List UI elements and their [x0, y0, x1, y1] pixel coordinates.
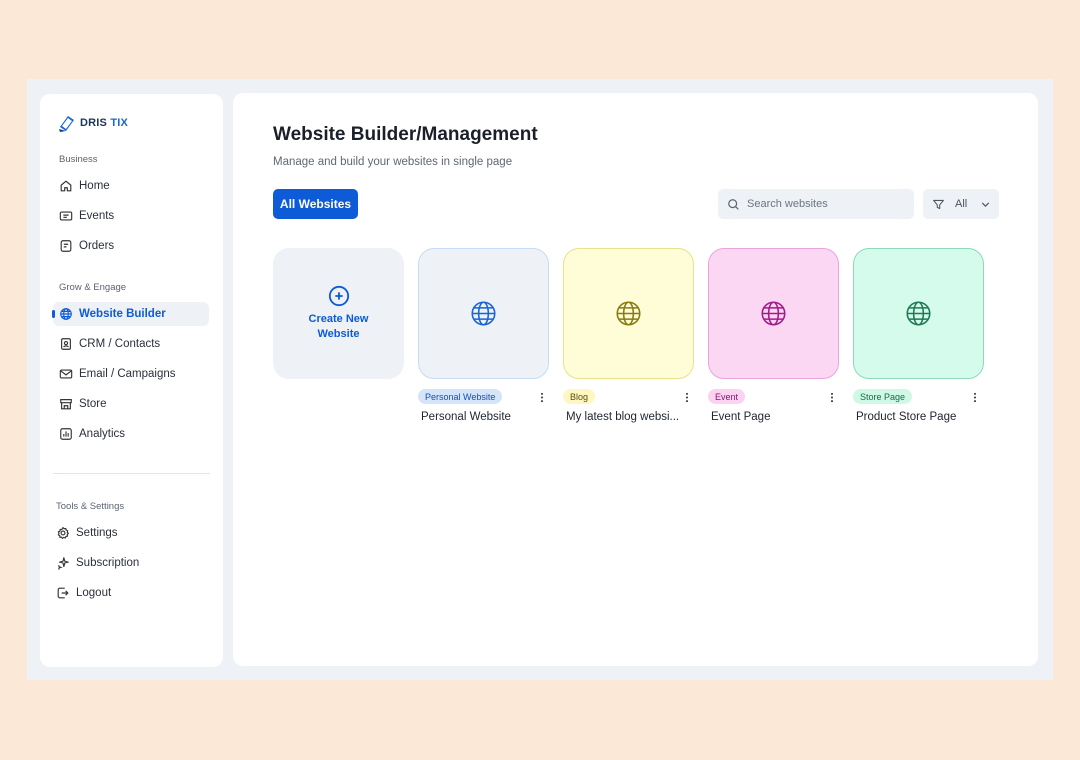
website-title[interactable]: Product Store Page: [856, 411, 956, 423]
more-options-button[interactable]: [970, 390, 980, 404]
sidebar-item-orders[interactable]: Orders: [53, 234, 209, 258]
all-websites-button[interactable]: All Websites: [273, 189, 358, 219]
sidebar-item-settings[interactable]: Settings: [50, 521, 206, 545]
website-card[interactable]: [853, 248, 984, 379]
section-label-business: Business: [59, 154, 98, 165]
logout-icon: [56, 586, 70, 600]
sidebar-item-label: Logout: [76, 587, 112, 599]
search-box[interactable]: [718, 189, 914, 219]
website-type-badge: Store Page: [853, 389, 913, 404]
sidebar-item-email-campaigns[interactable]: Email / Campaigns: [53, 362, 209, 386]
kebab-menu-icon: [973, 392, 977, 402]
sidebar-item-label: Orders: [79, 240, 115, 252]
website-card[interactable]: [418, 248, 549, 379]
mail-icon: [59, 367, 73, 381]
section-label-grow-engage: Grow & Engage: [59, 282, 127, 293]
search-input[interactable]: [747, 198, 897, 210]
page-title: Website Builder/Management: [273, 124, 538, 145]
sidebar-item-logout[interactable]: Logout: [50, 581, 206, 605]
sidebar-divider: [53, 473, 210, 474]
website-card[interactable]: [708, 248, 839, 379]
store-icon: [59, 397, 73, 411]
main-panel: [233, 93, 1038, 666]
website-title[interactable]: Personal Website: [421, 411, 511, 423]
kebab-menu-icon: [685, 392, 689, 402]
sidebar-item-home[interactable]: Home: [53, 174, 209, 198]
sidebar-item-label: Email / Campaigns: [79, 368, 176, 380]
chevron-down-icon: [982, 201, 990, 207]
sidebar-item-subscription[interactable]: Subscription: [50, 551, 206, 575]
website-title[interactable]: My latest blog websi...: [566, 411, 679, 423]
website-type-badge: Personal Website: [418, 389, 503, 404]
sidebar-item-label: Website Builder: [79, 308, 166, 320]
sidebar-item-store[interactable]: Store: [53, 392, 209, 416]
brand-name: DRIS TIX: [80, 117, 129, 129]
sidebar-item-label: Subscription: [76, 557, 140, 569]
globe-icon: [761, 301, 786, 326]
sidebar-item-label: Analytics: [79, 428, 126, 440]
create-website-card[interactable]: Create New Website: [273, 248, 404, 379]
kebab-menu-icon: [540, 392, 544, 402]
globe-icon: [59, 307, 73, 321]
website-title[interactable]: Event Page: [711, 411, 770, 423]
filter-icon: [933, 199, 944, 209]
filter-value: All: [955, 198, 968, 210]
more-options-button[interactable]: [682, 390, 692, 404]
home-icon: [59, 179, 73, 193]
globe-icon: [471, 301, 496, 326]
more-options-button[interactable]: [827, 390, 837, 404]
section-label-tools-settings: Tools & Settings: [56, 501, 125, 512]
sidebar-item-label: CRM / Contacts: [79, 338, 161, 350]
page-subtitle: Manage and build your websites in single…: [273, 156, 513, 168]
receipt-icon: [59, 239, 73, 253]
globe-icon: [906, 301, 931, 326]
logo-mark-icon: [59, 116, 74, 132]
website-type-badge: Event: [708, 389, 746, 404]
ticket-icon: [59, 209, 73, 223]
create-website-label: Create New Website: [308, 313, 369, 340]
sidebar-item-analytics[interactable]: Analytics: [53, 422, 209, 446]
sidebar-item-label: Events: [79, 210, 115, 222]
search-icon: [728, 198, 739, 210]
sidebar-item-label: Settings: [76, 527, 118, 539]
more-options-button[interactable]: [537, 390, 547, 404]
contacts-icon: [59, 337, 73, 351]
sidebar-item-label: Home: [79, 180, 110, 192]
filter-dropdown[interactable]: All: [923, 189, 999, 219]
kebab-menu-icon: [830, 392, 834, 402]
sidebar-item-crm-contacts[interactable]: CRM / Contacts: [53, 332, 209, 356]
website-card[interactable]: [563, 248, 694, 379]
sparkle-icon: [56, 556, 70, 570]
sidebar-item-label: Store: [79, 398, 107, 410]
sidebar-item-website-builder[interactable]: Website Builder: [52, 302, 209, 326]
plus-circle-icon: [328, 285, 349, 307]
chart-icon: [59, 427, 73, 441]
gear-icon: [56, 526, 70, 540]
brand-logo[interactable]: DRIS TIX: [57, 113, 128, 133]
globe-icon: [616, 301, 641, 326]
website-type-badge: Blog: [563, 389, 596, 404]
sidebar-item-events[interactable]: Events: [53, 204, 209, 228]
